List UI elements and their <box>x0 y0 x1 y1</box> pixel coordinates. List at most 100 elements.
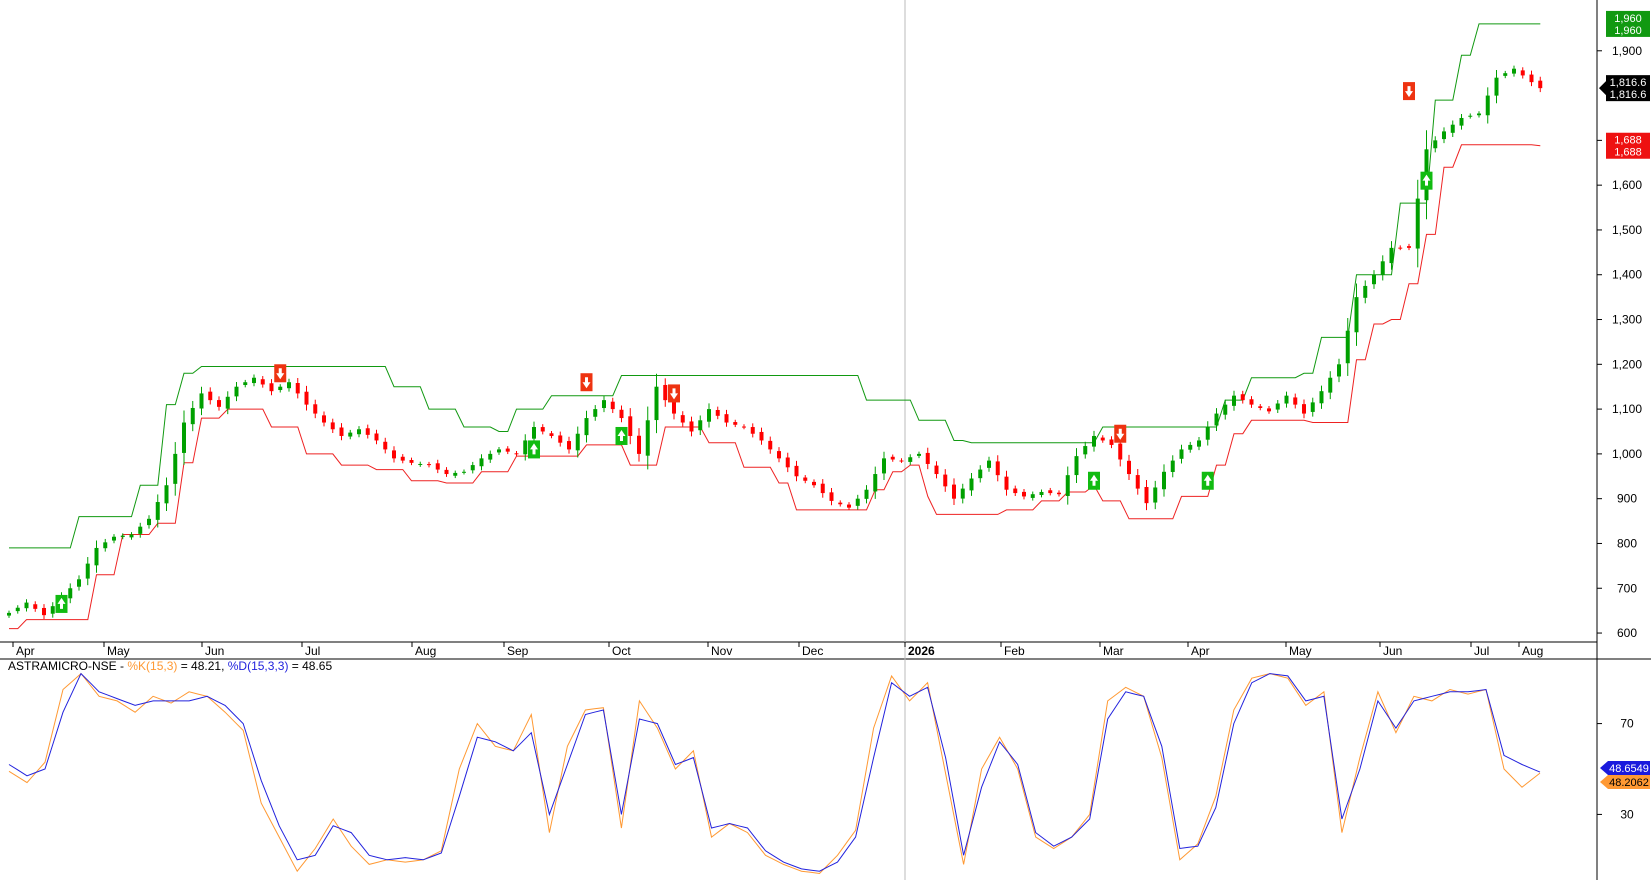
candle-body <box>225 396 230 409</box>
candle-body <box>847 504 851 508</box>
candle-body <box>7 612 11 616</box>
stoch-d-badge: 48.6549 <box>1600 761 1650 775</box>
candle-body <box>654 386 659 421</box>
candle-body <box>435 463 440 470</box>
candle-body <box>138 526 143 534</box>
candle-body <box>1135 475 1140 489</box>
candle-body <box>514 453 519 455</box>
stoch-tick-label: 30 <box>1620 807 1634 821</box>
candle-body <box>1319 391 1324 404</box>
candle-body <box>295 383 300 394</box>
stoch-header: ASTRAMICRO-NSE - %K(15,3) = 48.21, %D(15… <box>8 659 332 673</box>
stoch-d-label: %D(15,3,3) <box>228 659 289 673</box>
candle-body <box>724 414 729 423</box>
chart-window: 600 700 800 900 1,000 1,100 1,200 1,300 1,400 1,5… <box>0 0 1651 880</box>
month-label: Sep <box>507 644 529 658</box>
candle-body <box>707 409 711 422</box>
candle-body <box>94 547 99 566</box>
candle-body <box>1459 117 1464 126</box>
candle-body <box>488 453 493 460</box>
candle-body <box>820 483 825 494</box>
candle-body <box>1494 77 1499 96</box>
candle-body <box>339 427 344 436</box>
month-label: 2026 <box>908 644 935 658</box>
candle-body <box>77 579 81 587</box>
candle-body <box>584 418 589 436</box>
candle-body <box>1310 402 1315 412</box>
candle-body <box>1065 475 1070 496</box>
candle-body <box>1389 247 1394 264</box>
candle-body <box>882 458 886 474</box>
candle-body <box>523 440 528 455</box>
candle-body <box>243 382 248 386</box>
candle-body <box>374 433 379 441</box>
candle-body <box>1372 274 1376 285</box>
candle-body <box>855 498 860 506</box>
candle-body <box>698 420 703 431</box>
candle-body <box>50 606 55 614</box>
chart-canvas[interactable]: 600 700 800 900 1,000 1,100 1,200 1,300 1,400 1,5… <box>0 0 1651 880</box>
badge-text: 1,816.6 <box>1610 77 1647 89</box>
candle-body <box>952 484 956 499</box>
candle-body <box>129 534 134 538</box>
candle-body <box>1197 440 1201 447</box>
candle-body <box>444 469 449 475</box>
price-tick-label: 600 <box>1617 626 1637 640</box>
buy-signal-icon <box>615 426 628 445</box>
candle-body <box>313 404 318 414</box>
candle-body <box>1477 113 1481 116</box>
candle-body <box>1162 471 1166 490</box>
stoch-k-label: %K(15,3) <box>127 659 177 673</box>
candle-body <box>873 474 878 492</box>
candle-body <box>1118 443 1123 460</box>
candle-body <box>1057 492 1061 495</box>
stoch-d-value: = 48.65 <box>288 659 332 673</box>
candle-body <box>1354 297 1359 333</box>
candle-body <box>1109 439 1114 445</box>
candle-body <box>1179 449 1184 459</box>
candle-body <box>1232 395 1236 406</box>
month-label: Oct <box>612 644 631 658</box>
candle-body <box>1092 435 1096 447</box>
candle-body <box>182 422 186 453</box>
candle-body <box>672 400 676 414</box>
candle-body <box>1520 70 1525 76</box>
candle-body <box>532 427 536 439</box>
candle-body <box>1170 460 1175 472</box>
candle-body <box>663 384 668 401</box>
candle-body <box>1485 95 1490 116</box>
candle-body <box>610 401 615 410</box>
price-tick-label: 1,400 <box>1612 268 1642 282</box>
candle-body <box>575 433 580 451</box>
price-tick-label: 700 <box>1617 581 1637 595</box>
candle-body <box>470 465 475 471</box>
candle-body <box>1030 494 1035 498</box>
last-price-badge: 1,816.61,816.6 <box>1599 75 1650 102</box>
candle-body <box>304 391 309 405</box>
stoch-header-symbol: ASTRAMICRO-NSE - <box>8 659 127 673</box>
candle-body <box>1074 456 1079 476</box>
month-label: Nov <box>711 644 732 658</box>
badge-text: 48.6549 <box>1609 763 1649 775</box>
candle-body <box>234 386 239 397</box>
month-label: Dec <box>802 644 823 658</box>
candle-body <box>1100 437 1105 441</box>
candle-body <box>742 426 746 428</box>
candle-body <box>330 422 335 430</box>
candle-body <box>768 440 773 450</box>
candle-body <box>252 377 256 384</box>
lower-band-badge: 1,6881,688 <box>1606 132 1650 159</box>
candle-body <box>85 563 90 579</box>
candle-body <box>208 391 213 401</box>
candle-body <box>199 393 204 409</box>
candle-body <box>750 427 755 434</box>
candle-body <box>42 607 46 616</box>
candle-body <box>733 422 738 425</box>
candle-body <box>934 465 939 475</box>
candle-body <box>645 420 650 456</box>
buy-signal-icon <box>1201 471 1214 490</box>
badge-text: 1,960 <box>1614 25 1642 37</box>
candle-body <box>1284 395 1289 404</box>
candle-body <box>348 432 353 437</box>
price-tick-label: 800 <box>1617 536 1637 550</box>
